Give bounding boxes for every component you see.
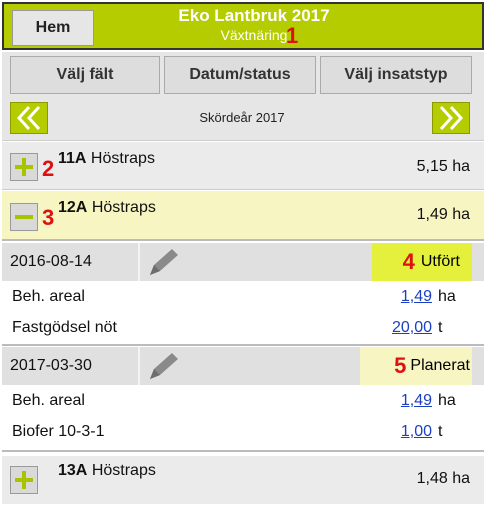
detail-label: Biofer 10-3-1 — [12, 423, 105, 440]
plus-icon[interactable] — [10, 153, 38, 181]
year-selector: Skördeår 2017 — [2, 98, 484, 141]
status-badge: 4 Utfört — [372, 243, 472, 281]
detail-label: Fastgödsel nöt — [12, 319, 117, 336]
field-crop: Höstraps — [91, 462, 156, 479]
annotation-marker: 1 — [286, 23, 299, 48]
field-id: 13A — [58, 462, 88, 479]
annotation-marker: 4 — [402, 249, 415, 274]
select-input-type-button[interactable]: Välj insatstyp — [320, 56, 472, 94]
treatment-header[interactable]: 2017-03-30 5 Planerat — [2, 347, 484, 385]
nav-bar: Välj fält Datum/status Välj insatstyp — [2, 52, 484, 98]
detail-value-link[interactable]: 1,49 — [401, 288, 432, 306]
status-text: Planerat — [410, 357, 470, 374]
annotation-marker: 5 — [394, 353, 407, 378]
annotation-marker: 2 — [42, 156, 55, 181]
treatment-header[interactable]: 2016-08-14 4 Utfört — [2, 243, 484, 281]
detail-value-link[interactable]: 1,00 — [401, 423, 432, 441]
divider — [2, 344, 484, 346]
field-id: 11A — [58, 150, 87, 167]
pencil-icon[interactable] — [146, 247, 180, 277]
select-field-button[interactable]: Välj fält — [10, 56, 160, 94]
field-crop: Höstraps — [90, 150, 155, 167]
divider — [138, 347, 140, 385]
field-crop: Höstraps — [91, 199, 156, 216]
app-subtitle: Växtnäring — [220, 27, 288, 43]
field-name: 13A Höstraps — [58, 462, 156, 480]
date-status-button[interactable]: Datum/status — [164, 56, 316, 94]
status-badge: 5 Planerat — [360, 347, 472, 385]
annotation-marker: 3 — [42, 205, 55, 230]
detail-value-link[interactable]: 1,49 — [401, 392, 432, 410]
home-button[interactable]: Hem — [12, 10, 94, 46]
detail-unit: ha — [438, 288, 456, 305]
detail-unit: t — [438, 423, 443, 440]
field-row-11a[interactable]: 2 11A Höstraps 5,15 ha — [2, 142, 484, 190]
detail-value-link[interactable]: 20,00 — [392, 319, 432, 337]
field-area: 1,48 ha — [416, 470, 470, 487]
double-chevron-right-icon[interactable] — [432, 102, 470, 134]
harvest-year-label: Skördeår 2017 — [199, 110, 285, 125]
detail-label: Beh. areal — [12, 392, 85, 409]
pencil-icon[interactable] — [146, 351, 180, 381]
field-area: 5,15 ha — [416, 158, 470, 175]
field-name: 12A Höstraps — [58, 199, 156, 217]
detail-label: Beh. areal — [12, 288, 85, 305]
divider — [2, 450, 484, 452]
detail-unit: t — [438, 319, 443, 336]
treatment-detail-row: Fastgödsel nöt 20,00 t — [2, 313, 484, 343]
status-text: Utfört — [420, 253, 460, 270]
field-id: 12A — [58, 199, 88, 216]
field-row-12a[interactable]: 3 12A Höstraps 1,49 ha — [2, 191, 484, 241]
treatment-date: 2017-03-30 — [10, 357, 92, 374]
field-area: 1,49 ha — [416, 206, 470, 223]
minus-icon[interactable] — [10, 203, 38, 231]
detail-unit: ha — [438, 392, 456, 409]
plus-icon[interactable] — [10, 466, 38, 494]
field-name: 11A Höstraps — [58, 150, 155, 168]
divider — [138, 243, 140, 281]
field-row-13a[interactable]: 13A Höstraps 1,48 ha — [2, 456, 484, 504]
app-header: Hem Eko Lantbruk 2017 Växtnäring 1 — [2, 2, 484, 50]
treatment-detail-row: Biofer 10-3-1 1,00 t — [2, 417, 484, 447]
treatment-detail-row: Beh. areal 1,49 ha — [2, 282, 484, 312]
app-title: Eko Lantbruk 2017 — [178, 6, 330, 25]
treatment-detail-row: Beh. areal 1,49 ha — [2, 386, 484, 416]
double-chevron-left-icon[interactable] — [10, 102, 48, 134]
treatment-date: 2016-08-14 — [10, 253, 92, 270]
